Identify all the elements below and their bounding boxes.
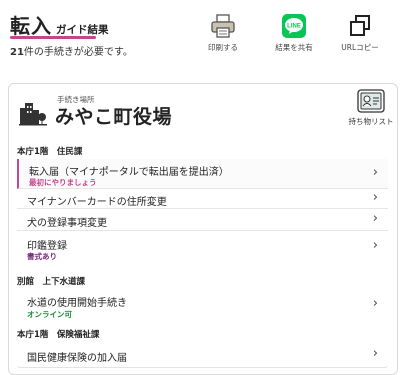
title-main: 転入 <box>10 14 52 38</box>
procedure-count-suffix: 件の手続きが必要です。 <box>23 47 133 58</box>
list-item[interactable]: マイナンバーカードの住所変更 › <box>17 189 388 209</box>
url-copy-button[interactable]: URLコピー <box>330 14 390 53</box>
list-item[interactable]: 転入届（マイナポータルで転出届を提出済） 最初にやりましょう › <box>17 159 388 189</box>
procedure-count: 21 <box>10 47 24 58</box>
belongings-list-button[interactable]: 持ち物リスト <box>345 88 397 127</box>
list-item[interactable]: 犬の登録事項変更 › <box>17 209 388 231</box>
url-copy-label: URLコピー <box>341 43 379 52</box>
line-icon: LINE <box>281 14 307 38</box>
procedure-count-text: 21件の手続きが必要です。 <box>10 43 133 58</box>
item-label: 転入届（マイナポータルで転出届を提出済） <box>29 167 229 178</box>
chevron-right-icon: › <box>372 211 378 226</box>
chevron-right-icon: › <box>372 165 378 180</box>
list-item[interactable]: 印鑑登録 書式あり › <box>17 231 388 263</box>
chevron-right-icon: › <box>372 296 378 311</box>
item-label: 国民健康保険の加入届 <box>27 353 127 364</box>
chevron-right-icon: › <box>372 190 378 205</box>
page-title: 転入 ガイド結果 <box>10 10 109 39</box>
printer-icon <box>210 14 236 38</box>
procedure-place-card: 手続き場所 みやこ町役場 持ち物リスト 本庁1階 住民課 転入届（マイナポータル… <box>8 83 398 375</box>
list-item[interactable]: 国民健康保険の加入届 › <box>17 342 388 366</box>
print-label: 印刷する <box>208 43 238 52</box>
share-label: 結果を共有 <box>275 43 313 52</box>
title-sub: ガイド結果 <box>56 24 109 36</box>
belongings-label: 持ち物リスト <box>348 117 394 126</box>
svg-text:LINE: LINE <box>287 24 301 30</box>
item-note: 書式あり <box>27 252 57 261</box>
item-label: マイナンバーカードの住所変更 <box>27 197 167 208</box>
item-label: 犬の登録事項変更 <box>27 218 107 229</box>
building-icon <box>19 100 47 126</box>
place-name: みやこ町役場 <box>55 106 173 128</box>
section-heading: 本庁1階 保険福祉課 <box>17 330 100 340</box>
result-header: 転入 ガイド結果 21件の手続きが必要です。 印刷する LINE 結果を共有 U… <box>0 0 404 62</box>
chevron-right-icon: › <box>372 238 378 253</box>
section-heading: 本庁1階 住民課 <box>17 147 83 157</box>
section-heading: 別館 上下水道課 <box>17 277 86 287</box>
item-label: 印鑑登録 <box>27 241 67 252</box>
share-line-button[interactable]: LINE 結果を共有 <box>264 14 324 53</box>
item-note: オンライン可 <box>27 310 72 319</box>
copy-icon <box>347 14 373 38</box>
print-button[interactable]: 印刷する <box>193 14 253 53</box>
id-card-icon <box>356 88 386 114</box>
title-underline <box>10 36 96 39</box>
item-label: 水道の使用開始手続き <box>27 298 127 309</box>
item-note: 最初にやりましょう <box>29 178 97 187</box>
list-item[interactable]: 水道の使用開始手続き オンライン可 › <box>17 288 388 322</box>
